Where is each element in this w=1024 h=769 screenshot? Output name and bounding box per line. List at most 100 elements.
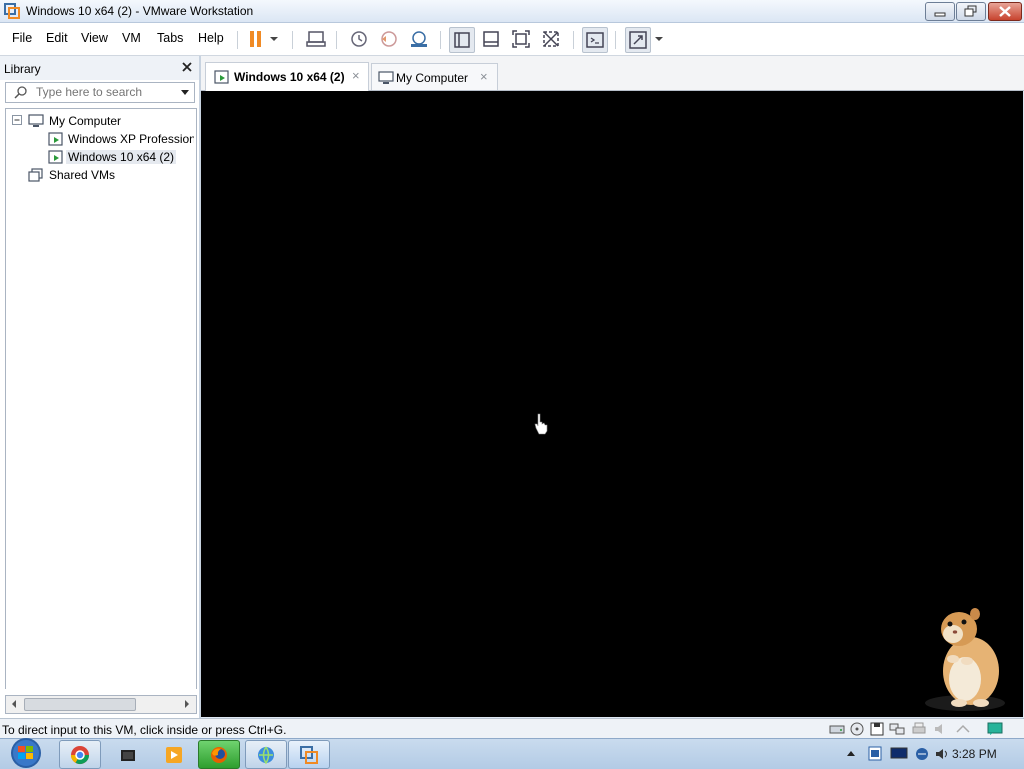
message-icon[interactable] — [987, 722, 1003, 736]
toolbar-separator — [336, 31, 337, 49]
thumbnail-bar-icon — [483, 31, 499, 47]
scroll-left-icon[interactable] — [10, 699, 18, 709]
tree-item-windows-xp[interactable]: Windows XP Professional — [6, 130, 194, 148]
tab-label: Windows 10 x64 (2) — [234, 70, 345, 84]
dropdown-arrow-icon — [655, 37, 663, 41]
vmware-workstation-icon — [300, 746, 318, 764]
cd-drive-icon[interactable] — [849, 722, 865, 736]
unity-button[interactable] — [539, 27, 563, 51]
menu-edit[interactable]: Edit — [46, 31, 68, 45]
tree-item-label: My Computer — [49, 114, 122, 128]
stretch-dropdown-button[interactable] — [651, 27, 667, 51]
close-library-icon[interactable] — [180, 60, 194, 74]
taskbar-firefox[interactable] — [198, 740, 240, 769]
printer-icon[interactable] — [911, 722, 927, 736]
collapse-toggle-icon[interactable] — [12, 115, 23, 126]
revert-snapshot-icon — [381, 31, 397, 47]
vmware-app-icon — [4, 3, 20, 19]
vm-running-icon — [214, 70, 229, 84]
tab-label: My Computer — [396, 71, 469, 85]
network-status-icon[interactable] — [914, 746, 930, 762]
library-header: Library — [0, 56, 199, 80]
volume-icon[interactable] — [934, 746, 950, 762]
network-icon[interactable] — [889, 722, 905, 736]
menu-view[interactable]: View — [81, 31, 108, 45]
revert-snapshot-button[interactable] — [377, 27, 401, 51]
flag-icon[interactable] — [867, 746, 883, 762]
sound-icon[interactable] — [933, 722, 949, 736]
toolbar-separator — [615, 31, 616, 49]
pause-button[interactable] — [244, 27, 268, 51]
minimize-icon — [934, 12, 946, 17]
restore-icon — [964, 5, 977, 17]
toolbar-separator — [440, 31, 441, 49]
taskbar-vmware-player[interactable] — [107, 740, 149, 769]
usb-icon[interactable] — [955, 722, 971, 736]
console-view-button[interactable] — [582, 27, 608, 53]
chrome-icon — [71, 746, 89, 765]
menu-vm[interactable]: VM — [122, 31, 141, 45]
scroll-right-icon[interactable] — [183, 699, 191, 709]
menu-tabs[interactable]: Tabs — [157, 31, 183, 45]
power-dropdown-button[interactable] — [266, 27, 282, 51]
menu-help[interactable]: Help — [198, 31, 224, 45]
snapshot-manager-button[interactable] — [407, 27, 431, 51]
tab-my-computer[interactable]: My Computer × — [371, 63, 498, 90]
stretch-icon — [629, 31, 647, 49]
minimize-button[interactable] — [925, 2, 955, 21]
tree-item-shared-vms[interactable]: Shared VMs — [6, 166, 194, 184]
tree-item-windows-10[interactable]: Windows 10 x64 (2) — [6, 148, 194, 166]
title-bar[interactable]: Windows 10 x64 (2) - VMware Workstation — [0, 0, 1024, 23]
shared-vms-icon — [28, 168, 43, 182]
full-screen-icon — [512, 30, 530, 48]
chevron-down-icon[interactable] — [180, 86, 190, 98]
vm-icon — [48, 132, 63, 146]
taskbar-chrome[interactable] — [59, 740, 101, 769]
tree-item-label: Windows XP Professional — [68, 132, 194, 146]
vmware-player-icon — [121, 750, 135, 761]
hand-cursor-icon — [534, 413, 548, 435]
vm-console-screen[interactable] — [201, 91, 1023, 717]
library-tree: My Computer Windows XP Professional Wind… — [5, 108, 197, 689]
show-library-icon — [454, 32, 470, 48]
library-horizontal-scrollbar[interactable] — [5, 695, 197, 714]
thumbnail-bar-button[interactable] — [479, 27, 503, 51]
restore-button[interactable] — [956, 2, 986, 21]
system-clock[interactable]: 3:28 PM — [952, 747, 997, 761]
menu-file[interactable]: File — [12, 31, 32, 45]
show-hidden-icons-arrow[interactable] — [846, 749, 856, 757]
pause-icon — [250, 31, 261, 47]
tab-windows-10[interactable]: Windows 10 x64 (2) × — [205, 62, 369, 91]
dropdown-arrow-icon — [270, 37, 278, 41]
show-library-button[interactable] — [449, 27, 475, 53]
taskbar-vmware-workstation[interactable] — [288, 740, 330, 769]
scrollbar-thumb[interactable] — [24, 698, 136, 711]
send-ctrl-alt-del-icon — [306, 31, 326, 47]
monitor-icon[interactable] — [890, 746, 908, 762]
vm-running-icon — [48, 150, 63, 164]
floppy-icon[interactable] — [869, 722, 885, 736]
tree-item-my-computer[interactable]: My Computer — [6, 112, 194, 130]
stretch-guest-button[interactable] — [625, 27, 651, 53]
computer-icon — [378, 71, 394, 84]
full-screen-button[interactable] — [509, 27, 533, 51]
library-search-box[interactable] — [5, 82, 195, 103]
start-button[interactable] — [5, 737, 47, 769]
taskbar-network-app[interactable] — [245, 740, 287, 769]
tab-strip: Windows 10 x64 (2) × My Computer × — [201, 56, 1024, 91]
window-title: Windows 10 x64 (2) - VMware Workstation — [26, 4, 254, 18]
console-view-icon — [586, 32, 604, 48]
snapshot-manager-icon — [411, 31, 427, 47]
take-snapshot-button[interactable] — [347, 27, 371, 51]
library-search-input[interactable] — [36, 84, 176, 99]
toolbar-separator — [292, 31, 293, 49]
close-tab-icon[interactable]: × — [480, 69, 488, 84]
close-icon — [999, 6, 1011, 17]
snapshot-icon — [351, 31, 367, 47]
hard-disk-icon[interactable] — [829, 722, 845, 736]
close-window-button[interactable] — [988, 2, 1022, 21]
send-ctrl-alt-del-button[interactable] — [304, 27, 328, 51]
taskbar-media-player[interactable] — [153, 740, 195, 769]
close-tab-icon[interactable]: × — [352, 68, 360, 83]
firefox-icon — [211, 747, 227, 763]
